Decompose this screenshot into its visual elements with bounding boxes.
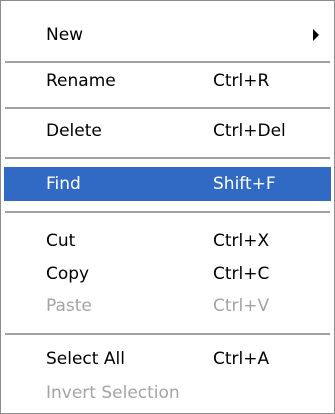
menu-item-shortcut: Ctrl+V: [213, 296, 270, 316]
menu-item-invert-selection: Invert Selection: [4, 376, 331, 410]
menu-separator: [5, 61, 330, 63]
menu-item-new[interactable]: New: [4, 18, 331, 52]
chevron-right-icon: [313, 29, 319, 41]
menu-item-rename[interactable]: Rename Ctrl+R: [4, 64, 331, 98]
menu-item-shortcut: Ctrl+A: [213, 349, 270, 369]
menu-item-label: Rename: [46, 71, 116, 91]
menu-separator: [5, 157, 330, 159]
menu-item-shortcut: Ctrl+Del: [213, 121, 286, 141]
menu-separator: [5, 333, 330, 335]
menu-item-delete[interactable]: Delete Ctrl+Del: [4, 114, 331, 148]
menu-item-label: Copy: [46, 264, 90, 284]
menu-item-label: Paste: [46, 296, 92, 316]
menu-item-select-all[interactable]: Select All Ctrl+A: [4, 342, 331, 376]
menu-item-find[interactable]: Find Shift+F: [4, 167, 331, 201]
menu-item-label: Invert Selection: [46, 383, 180, 403]
menu-item-label: Delete: [46, 121, 102, 141]
menu-item-label: Select All: [46, 349, 125, 369]
menu-item-label: Find: [46, 174, 81, 194]
menu-separator: [5, 107, 330, 109]
menu-item-copy[interactable]: Copy Ctrl+C: [4, 257, 331, 291]
menu-item-shortcut: Ctrl+C: [213, 264, 270, 284]
menu-item-cut[interactable]: Cut Ctrl+X: [4, 224, 331, 258]
menu-item-shortcut: Ctrl+X: [213, 231, 270, 251]
menu-item-label: New: [46, 25, 84, 45]
menu-item-shortcut: Ctrl+R: [213, 71, 270, 91]
menu-item-shortcut: Shift+F: [213, 174, 276, 194]
context-menu: New Rename Ctrl+R Delete Ctrl+Del Find S…: [0, 0, 335, 414]
menu-item-paste: Paste Ctrl+V: [4, 289, 331, 323]
menu-item-label: Cut: [46, 231, 76, 251]
menu-separator: [5, 211, 330, 213]
